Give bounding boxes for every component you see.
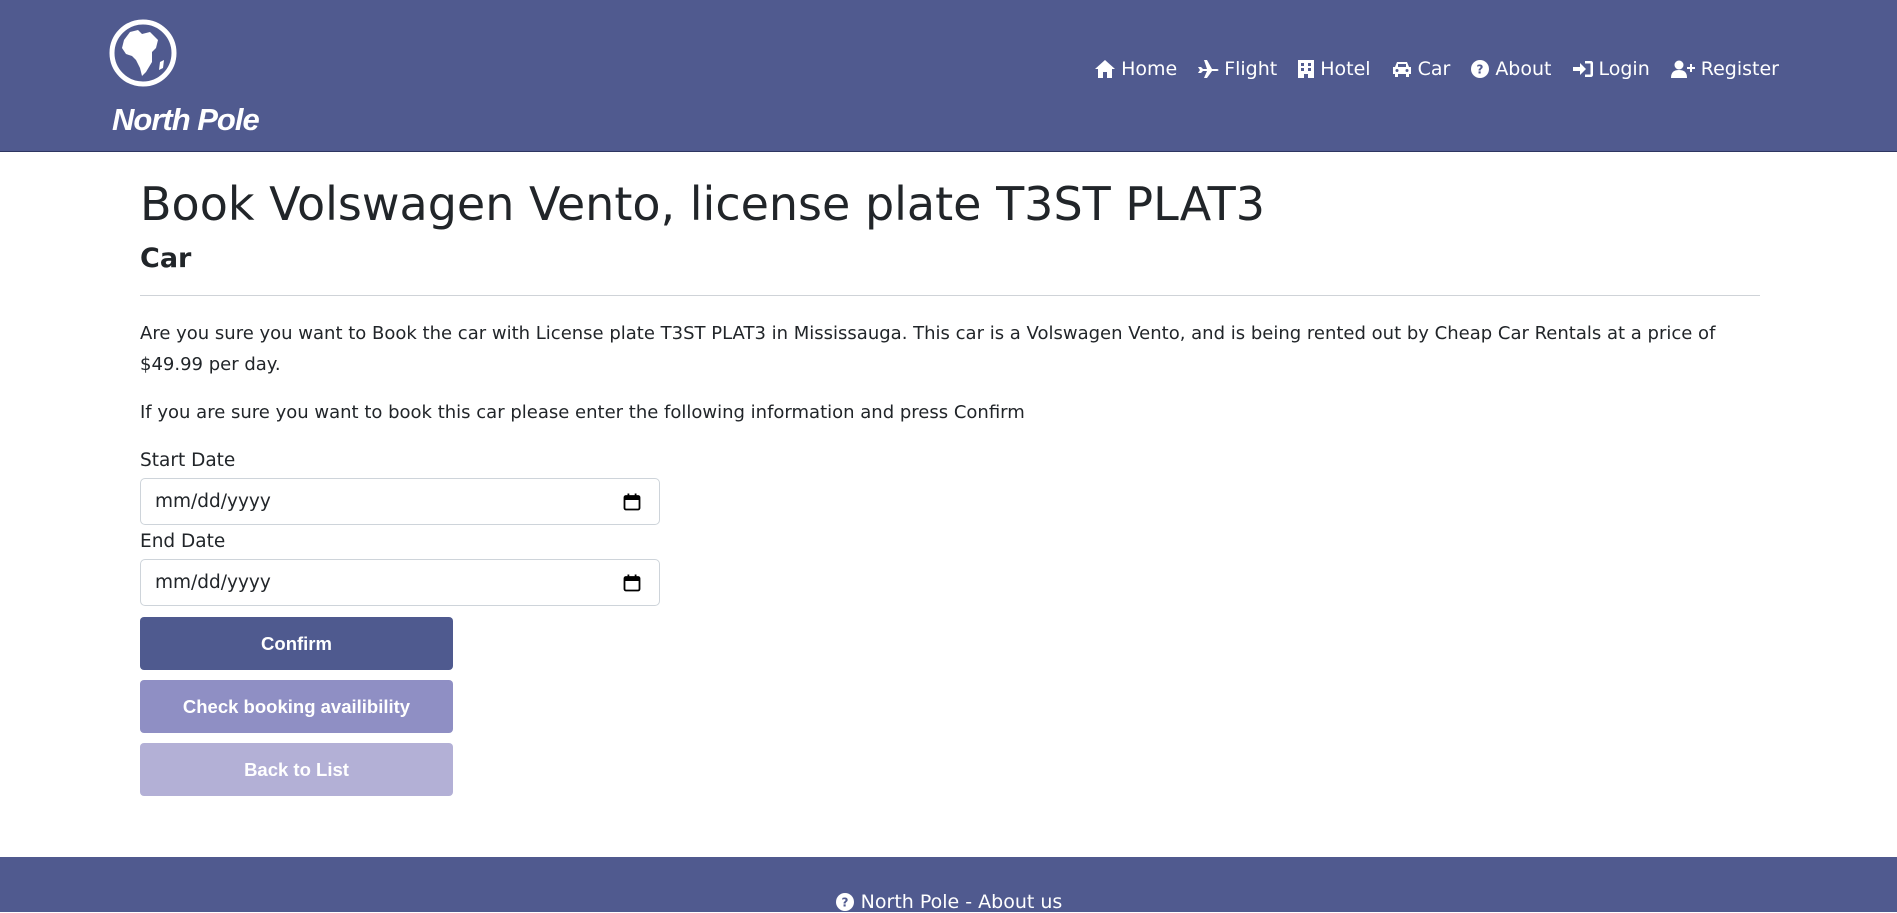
footer-link[interactable]: ? North Pole - About us: [0, 891, 1897, 913]
sign-in-icon: [1572, 61, 1593, 77]
booking-instruction: If you are sure you want to book this ca…: [140, 402, 1025, 424]
nav-about[interactable]: ? About: [1470, 58, 1552, 80]
brand-logo[interactable]: North Pole: [108, 18, 260, 138]
top-navbar: North Pole Home Flight Hotel Car ? About…: [0, 0, 1897, 152]
end-date-label: End Date: [140, 531, 226, 553]
nav-car-label: Car: [1417, 58, 1451, 80]
question-circle-icon: ?: [1471, 60, 1490, 78]
car-icon: [1392, 62, 1411, 77]
main-nav: Home Flight Hotel Car ? About Login Regi…: [1094, 58, 1779, 80]
plane-icon: [1198, 60, 1219, 78]
hotel-icon: [1298, 60, 1315, 78]
nav-about-label: About: [1495, 58, 1552, 80]
booking-description: Are you sure you want to Book the car wi…: [140, 323, 1716, 376]
nav-flight[interactable]: Flight: [1197, 58, 1277, 80]
nav-register[interactable]: Register: [1670, 58, 1779, 80]
start-date-value: mm/dd/yyyy: [155, 491, 271, 513]
divider: [140, 295, 1760, 297]
nav-hotel-label: Hotel: [1320, 58, 1371, 80]
page-subtitle: Car: [140, 242, 192, 274]
start-date-input[interactable]: mm/dd/yyyy: [140, 478, 660, 526]
confirm-button[interactable]: Confirm: [140, 617, 453, 671]
nav-register-label: Register: [1700, 58, 1779, 80]
calendar-icon[interactable]: [623, 574, 641, 592]
start-date-label: Start Date: [140, 450, 236, 472]
booking-form: Start Date mm/dd/yyyy End Date mm/dd/yyy…: [140, 450, 660, 797]
end-date-value: mm/dd/yyyy: [155, 572, 271, 594]
nav-hotel[interactable]: Hotel: [1297, 58, 1371, 80]
back-to-list-button[interactable]: Back to List: [140, 743, 453, 797]
nav-home-label: Home: [1121, 58, 1178, 80]
nav-flight-label: Flight: [1224, 58, 1278, 80]
home-icon: [1095, 60, 1116, 78]
question-circle-icon: ?: [835, 893, 854, 911]
nav-login[interactable]: Login: [1572, 58, 1650, 80]
footer-text: North Pole - About us: [860, 891, 1063, 913]
user-plus-icon: [1670, 60, 1695, 78]
brand-name: North Pole: [112, 102, 260, 137]
nav-car[interactable]: Car: [1391, 58, 1451, 80]
main-content: Book Volswagen Vento, license plate T3ST…: [140, 152, 1760, 797]
svg-text:?: ?: [841, 896, 848, 910]
check-availability-button[interactable]: Check booking availibility: [140, 680, 453, 734]
svg-text:?: ?: [1477, 63, 1484, 77]
calendar-icon[interactable]: [623, 493, 641, 511]
footer: ? North Pole - About us: [0, 857, 1897, 913]
end-date-input[interactable]: mm/dd/yyyy: [140, 559, 660, 607]
globe-africa-icon: [109, 19, 177, 87]
nav-login-label: Login: [1598, 58, 1650, 80]
nav-home[interactable]: Home: [1094, 58, 1177, 80]
page-title: Book Volswagen Vento, license plate T3ST…: [140, 177, 1266, 231]
